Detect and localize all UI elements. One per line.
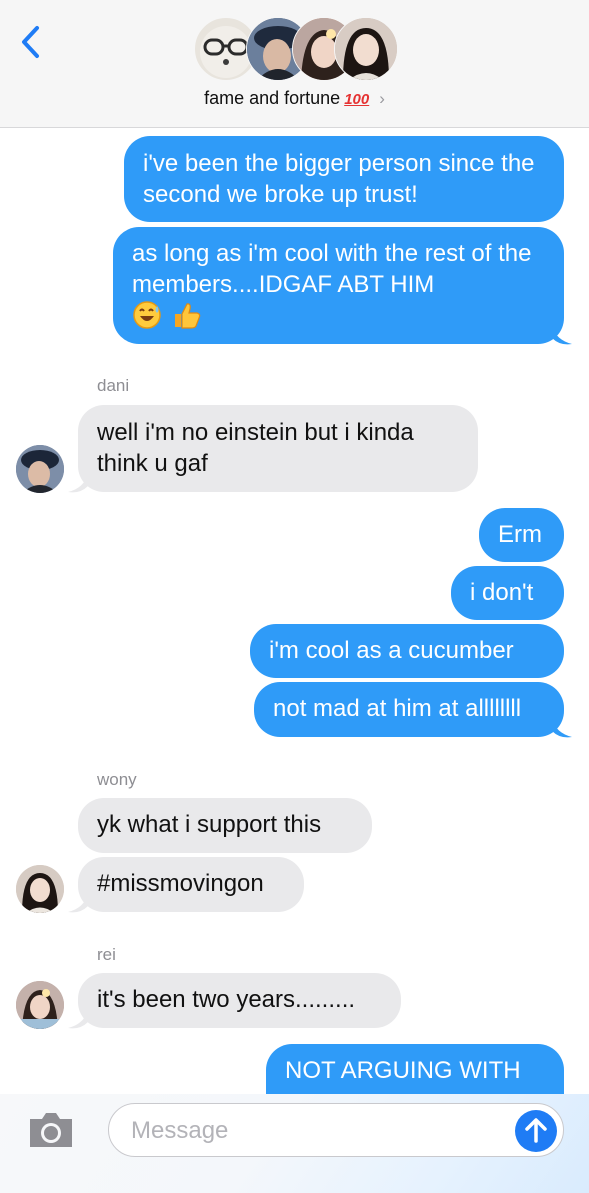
chevron-right-icon: › bbox=[379, 89, 385, 108]
group-name: fame and fortune bbox=[204, 88, 341, 108]
sender-name: wony bbox=[97, 770, 137, 789]
sender-name: rei bbox=[97, 945, 116, 964]
back-button[interactable] bbox=[14, 22, 48, 62]
group-avatars[interactable] bbox=[194, 17, 398, 81]
avatar bbox=[334, 17, 398, 81]
send-button[interactable] bbox=[515, 1110, 557, 1152]
bubble-tail bbox=[68, 474, 88, 493]
message-text: it's been two years......... bbox=[97, 986, 356, 1013]
message-text: well i'm no einstein but i kinda think u… bbox=[97, 419, 414, 477]
incoming-message[interactable]: well i'm no einstein but i kinda think u… bbox=[78, 405, 478, 492]
message-input[interactable] bbox=[129, 1116, 503, 1146]
incoming-message[interactable]: it's been two years......... bbox=[78, 973, 401, 1028]
outgoing-message[interactable]: Erm bbox=[479, 508, 564, 562]
avatar bbox=[16, 865, 64, 913]
message-text: i've been the bigger person since the se… bbox=[143, 150, 535, 208]
bubble-tail bbox=[68, 1010, 88, 1029]
outgoing-message[interactable]: i don't bbox=[451, 566, 564, 620]
camera-icon bbox=[30, 1113, 72, 1147]
avatar bbox=[16, 445, 64, 493]
conversation-header: fame and fortune 100 › bbox=[0, 0, 589, 128]
hundred-points-icon: 100 bbox=[344, 91, 370, 108]
avatar bbox=[16, 981, 64, 1029]
incoming-message[interactable]: yk what i support this bbox=[78, 798, 372, 853]
sweat-smile-emoji-icon bbox=[132, 300, 164, 338]
message-text: NOT ARGUING WITH bbox=[285, 1057, 521, 1084]
bubble-tail bbox=[68, 894, 88, 913]
arrow-up-icon bbox=[525, 1118, 547, 1143]
message-text: Erm bbox=[498, 521, 542, 548]
message-text: i don't bbox=[470, 579, 534, 606]
message-text: i'm cool as a cucumber bbox=[269, 637, 514, 664]
bubble-tail bbox=[552, 326, 572, 345]
sender-name: dani bbox=[97, 376, 130, 395]
outgoing-message[interactable]: i'm cool as a cucumber bbox=[250, 624, 564, 678]
incoming-message[interactable]: #missmovingon bbox=[78, 857, 304, 912]
message-text: yk what i support this bbox=[97, 811, 322, 838]
message-text: as long as i'm cool with the rest of the… bbox=[132, 240, 532, 298]
outgoing-message[interactable]: as long as i'm cool with the rest of the… bbox=[113, 227, 564, 344]
bubble-tail bbox=[552, 719, 572, 738]
message-field[interactable] bbox=[108, 1103, 564, 1157]
chevron-left-icon bbox=[22, 26, 39, 58]
group-title[interactable]: fame and fortune 100 › bbox=[0, 88, 589, 109]
camera-button[interactable] bbox=[26, 1109, 76, 1151]
outgoing-message[interactable]: i've been the bigger person since the se… bbox=[124, 136, 564, 222]
outgoing-message[interactable]: not mad at him at allllllll bbox=[254, 682, 564, 737]
message-text: not mad at him at allllllll bbox=[273, 695, 522, 722]
message-text: #missmovingon bbox=[97, 870, 264, 897]
thumbs-up-emoji-icon bbox=[171, 300, 203, 338]
